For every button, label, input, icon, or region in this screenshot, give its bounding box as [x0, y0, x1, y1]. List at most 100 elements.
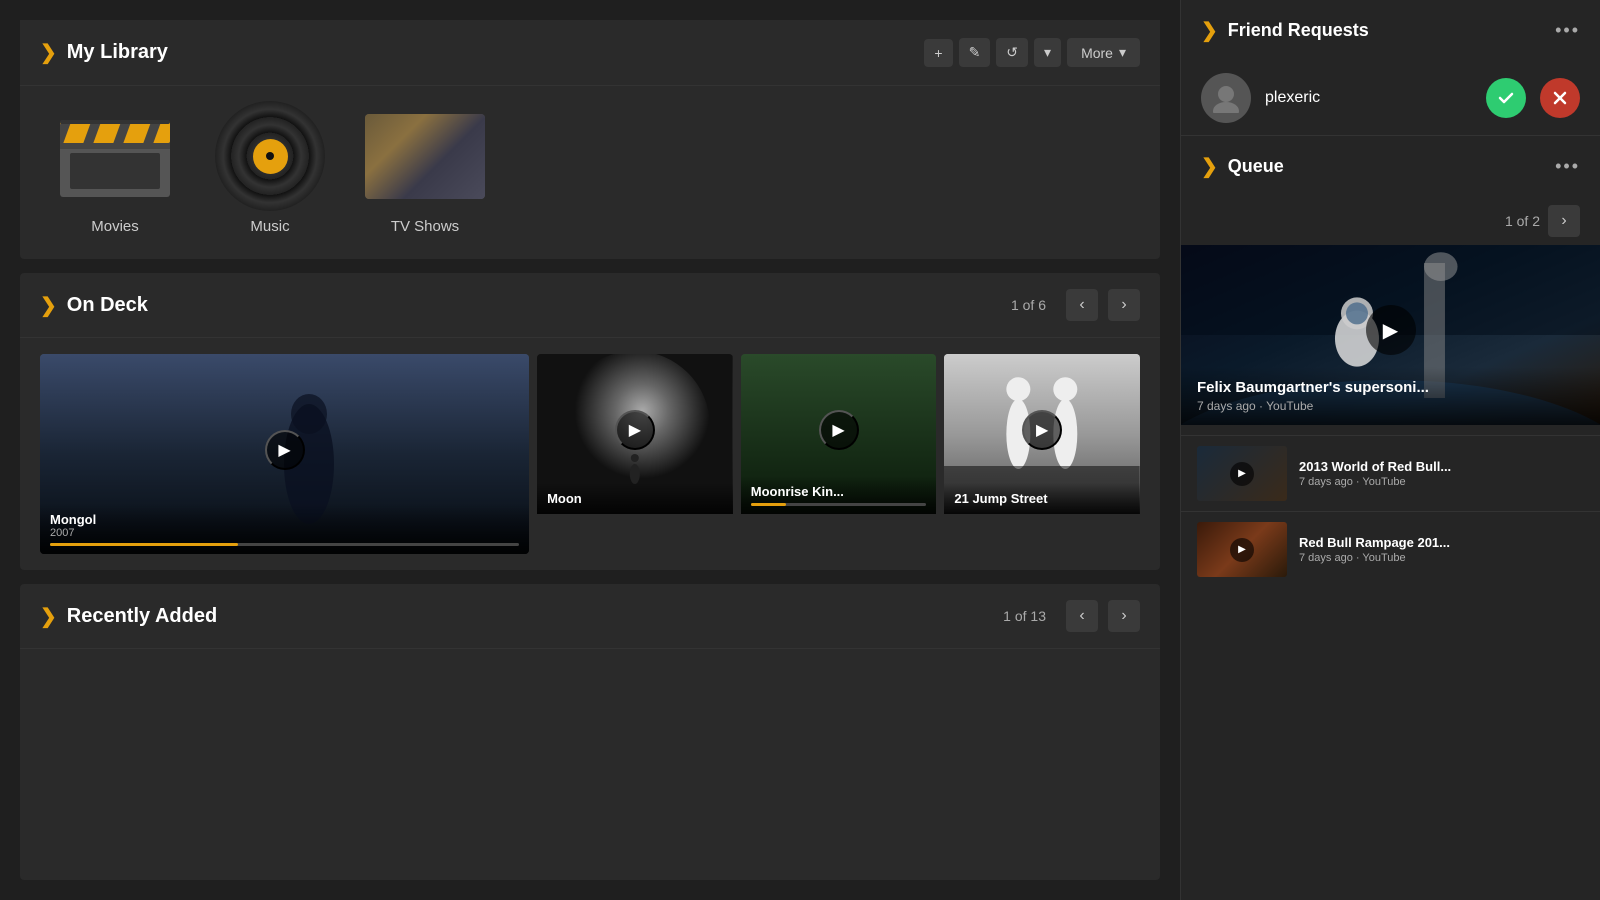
moon-title: Moon — [547, 491, 723, 506]
plexeric-avatar — [1201, 73, 1251, 123]
card-mongol[interactable]: ▶ Mongol 2007 — [40, 354, 529, 554]
mongol-progress-bar — [50, 543, 519, 546]
mongol-card-info: Mongol 2007 — [40, 504, 529, 554]
vinyl-hole — [266, 152, 274, 160]
my-library-section: ❯ My Library + ✎ ↺ ▾ More ▾ — [20, 20, 1160, 259]
queue-page-info: 1 of 2 — [1505, 213, 1540, 229]
clapperboard-svg — [55, 111, 175, 201]
moonrise-bg: ▶ Moonrise Kin... — [741, 354, 937, 514]
my-library-title: My Library — [67, 41, 915, 64]
library-item-music[interactable]: Music — [210, 106, 330, 235]
featured-meta: 7 days ago · YouTube — [1197, 399, 1584, 413]
friend-requests-menu-btn[interactable]: ••• — [1555, 20, 1580, 41]
recently-added-title: Recently Added — [67, 605, 993, 628]
mongol-progress-fill — [50, 543, 238, 546]
plexeric-name: plexeric — [1265, 89, 1472, 107]
recently-added-header: ❯ Recently Added 1 of 13 ‹ › — [20, 584, 1160, 649]
on-deck-prev-btn[interactable]: ‹ — [1066, 289, 1098, 321]
tv-display — [365, 114, 485, 199]
mongol-play-btn[interactable]: ▶ — [265, 430, 305, 470]
queue-page-nav: 1 of 2 › — [1181, 197, 1600, 245]
recently-added-page-info: 1 of 13 — [1003, 608, 1046, 624]
rampage-thumb: ▶ — [1197, 522, 1287, 577]
queue-featured[interactable]: ▶ Felix Baumgartner's supersoni... 7 day… — [1181, 245, 1600, 425]
moon-card-info: Moon — [537, 483, 733, 514]
tvshows-label: TV Shows — [391, 218, 459, 235]
more-button[interactable]: More ▾ — [1067, 38, 1140, 67]
moon-play-btn[interactable]: ▶ — [615, 410, 655, 450]
refresh-button[interactable]: ↺ — [996, 38, 1028, 67]
queue-title: Queue — [1228, 156, 1545, 177]
moonrise-progress-fill — [751, 503, 786, 506]
friend-decline-btn[interactable] — [1540, 78, 1580, 118]
jumpstreet-bg: ▶ 21 Jump Street — [944, 354, 1140, 514]
vinyl-record — [215, 101, 325, 211]
recently-added-chevron-icon: ❯ — [40, 604, 57, 629]
music-label: Music — [250, 218, 289, 235]
my-library-chevron-icon: ❯ — [40, 40, 57, 65]
on-deck-next-btn[interactable]: › — [1108, 289, 1140, 321]
tvshows-icon — [360, 106, 490, 206]
queue-item-rampage[interactable]: ▶ Red Bull Rampage 201... 7 days ago · Y… — [1181, 511, 1600, 587]
friend-requests-section: ❯ Friend Requests ••• plexeric — [1181, 0, 1600, 136]
decline-icon — [1552, 90, 1568, 106]
friend-accept-btn[interactable] — [1486, 78, 1526, 118]
queue-header: ❯ Queue ••• — [1181, 136, 1600, 197]
moonrise-card-info: Moonrise Kin... — [741, 476, 937, 514]
card-moon[interactable]: ▶ Moon — [537, 354, 733, 554]
card-jumpstreet[interactable]: ▶ 21 Jump Street — [944, 354, 1140, 554]
queue-section: ❯ Queue ••• 1 of 2 › — [1181, 136, 1600, 900]
moonrise-progress-bar — [751, 503, 927, 506]
my-library-header: ❯ My Library + ✎ ↺ ▾ More ▾ — [20, 20, 1160, 86]
library-items: Movies Music — [20, 86, 1160, 259]
queue-menu-btn[interactable]: ••• — [1555, 156, 1580, 177]
friend-requests-title: Friend Requests — [1228, 20, 1545, 41]
friend-requests-chevron-icon: ❯ — [1201, 18, 1218, 43]
on-deck-page-info: 1 of 6 — [1011, 297, 1046, 313]
recently-added-section: ❯ Recently Added 1 of 13 ‹ › — [20, 584, 1160, 880]
moon-bg: ▶ Moon — [537, 354, 733, 514]
edit-button[interactable]: ✎ — [959, 38, 991, 67]
queue-item-redbull[interactable]: ▶ 2013 World of Red Bull... 7 days ago ·… — [1181, 435, 1600, 511]
rampage-title: Red Bull Rampage 201... — [1299, 535, 1584, 550]
library-item-movies[interactable]: Movies — [50, 106, 180, 235]
redbull-title: 2013 World of Red Bull... — [1299, 459, 1584, 474]
my-library-toolbar: + ✎ ↺ ▾ More ▾ — [924, 38, 1140, 67]
library-item-tvshows[interactable]: TV Shows — [360, 106, 490, 235]
jumpstreet-card-info: 21 Jump Street — [944, 483, 1140, 514]
movies-icon — [50, 106, 180, 206]
featured-play-btn[interactable]: ▶ — [1366, 305, 1416, 355]
redbull-play-icon: ▶ — [1230, 462, 1254, 486]
redbull-info: 2013 World of Red Bull... 7 days ago · Y… — [1299, 459, 1584, 488]
movies-label: Movies — [91, 218, 139, 235]
left-panel: ❯ My Library + ✎ ↺ ▾ More ▾ — [0, 0, 1180, 900]
card-moonrise[interactable]: ▶ Moonrise Kin... — [741, 354, 937, 554]
on-deck-chevron-icon: ❯ — [40, 293, 57, 318]
friend-requests-header: ❯ Friend Requests ••• — [1181, 0, 1600, 61]
mongol-title: Mongol — [50, 512, 519, 527]
on-deck-cards: ▶ Mongol 2007 — [20, 338, 1160, 570]
queue-chevron-icon: ❯ — [1201, 154, 1218, 179]
jumpstreet-title: 21 Jump Street — [954, 491, 1130, 506]
mongol-bg: ▶ Mongol 2007 — [40, 354, 529, 554]
friend-item-plexeric: plexeric — [1181, 61, 1600, 135]
avatar-icon — [1211, 83, 1241, 113]
rampage-play-icon: ▶ — [1230, 538, 1254, 562]
music-icon — [210, 106, 330, 206]
redbull-thumb: ▶ — [1197, 446, 1287, 501]
featured-overlay: Felix Baumgartner's supersoni... 7 days … — [1181, 367, 1600, 425]
add-button[interactable]: + — [924, 39, 952, 67]
moonrise-title: Moonrise Kin... — [751, 484, 927, 499]
mongol-subtitle: 2007 — [50, 527, 519, 539]
jumpstreet-play-btn[interactable]: ▶ — [1022, 410, 1062, 450]
right-panel: ❯ Friend Requests ••• plexeric — [1180, 0, 1600, 900]
queue-next-page-btn[interactable]: › — [1548, 205, 1580, 237]
dropdown-button[interactable]: ▾ — [1034, 38, 1061, 67]
recently-added-next-btn[interactable]: › — [1108, 600, 1140, 632]
rampage-meta: 7 days ago · YouTube — [1299, 552, 1584, 564]
rampage-info: Red Bull Rampage 201... 7 days ago · You… — [1299, 535, 1584, 564]
redbull-meta: 7 days ago · YouTube — [1299, 476, 1584, 488]
checkmark-icon — [1497, 89, 1515, 107]
recently-added-prev-btn[interactable]: ‹ — [1066, 600, 1098, 632]
moonrise-play-btn[interactable]: ▶ — [819, 410, 859, 450]
